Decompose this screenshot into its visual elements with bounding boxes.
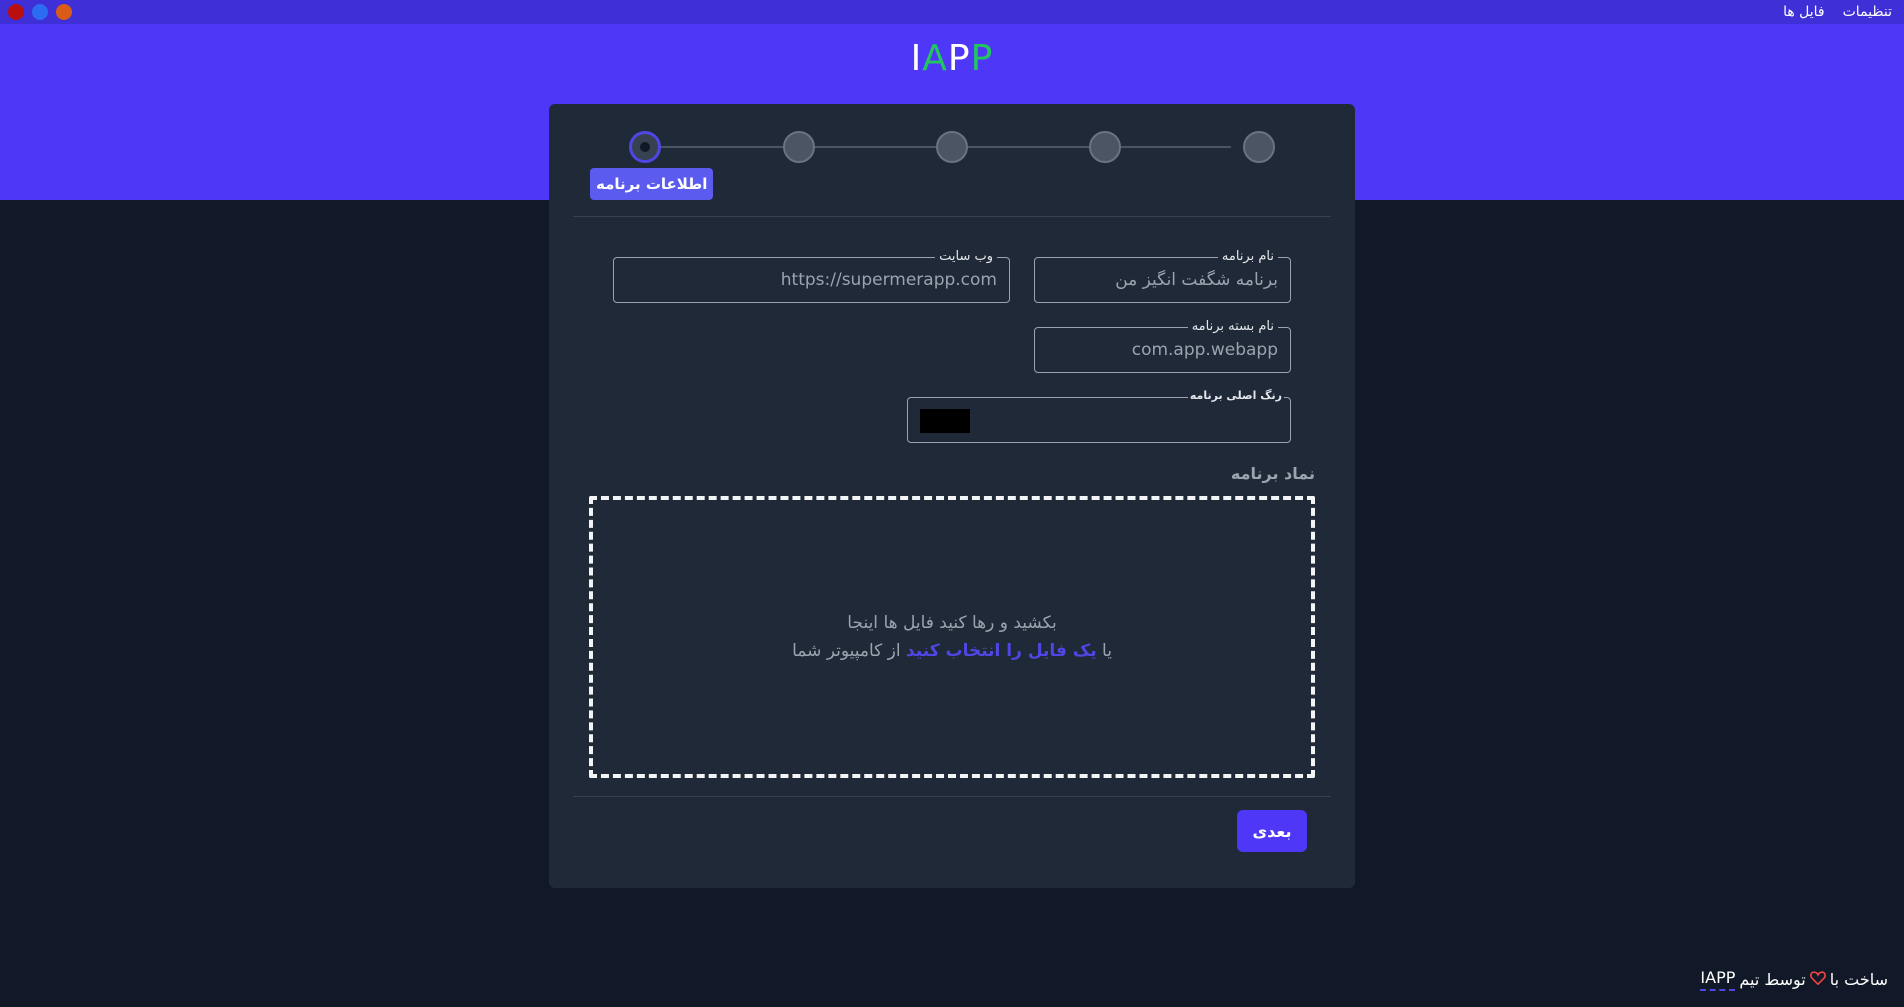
menu-bar: فایل ها تنظیمات (1783, 0, 1892, 24)
active-step-label: اطلاعات برنامه (590, 168, 714, 200)
app-name-field: نام برنامه (1034, 249, 1291, 303)
primary-color-label: رنگ اصلی برنامه (1187, 389, 1284, 403)
footer-prefix: ساخت با (1829, 970, 1888, 989)
app-icon-title: نماد برنامه (1230, 464, 1315, 483)
stepper (629, 128, 1275, 164)
top-divider (573, 216, 1331, 217)
menu-item-files[interactable]: فایل ها (1783, 4, 1825, 20)
icon-dropzone[interactable]: بکشید و رها کنید فایل ها اینجا یا یک فای… (589, 496, 1315, 778)
dropzone-suffix: از کامپیوتر شما (792, 641, 901, 661)
step-4-indicator[interactable] (1089, 131, 1121, 163)
step-5-indicator[interactable] (1243, 131, 1275, 163)
dropzone-line-1: بکشید و رها کنید فایل ها اینجا (847, 613, 1057, 633)
dropzone-line-2: یا یک فایل را انتخاب کنید از کامپیوتر شم… (792, 637, 1112, 665)
window-controls (8, 4, 72, 20)
next-button[interactable]: بعدی (1237, 810, 1307, 852)
heart-icon (1809, 970, 1826, 989)
website-field: وب سایت (613, 249, 1010, 303)
bottom-divider (573, 796, 1331, 797)
team-link[interactable]: IAPP (1700, 968, 1736, 991)
step-3-indicator[interactable] (936, 131, 968, 163)
choose-file-link[interactable]: یک فایل را انتخاب کنید (906, 641, 1097, 661)
menu-item-settings[interactable]: تنظیمات (1843, 4, 1892, 20)
primary-color-field: رنگ اصلی برنامه (907, 389, 1291, 443)
maximize-window-button[interactable] (56, 4, 72, 20)
app-logo: IAPP (910, 38, 994, 79)
step-1-indicator[interactable] (629, 131, 661, 163)
close-window-button[interactable] (8, 4, 24, 20)
footer-credit: ساخت با توسط تیم IAPP (1700, 968, 1888, 991)
website-label: وب سایت (935, 249, 997, 265)
color-swatch[interactable] (920, 409, 970, 433)
package-name-label: نام بسته برنامه (1187, 319, 1278, 335)
wizard-card: اطلاعات برنامه نام برنامه وب سایت نام بس… (549, 104, 1355, 888)
footer-middle: توسط تیم (1739, 970, 1806, 989)
minimize-window-button[interactable] (32, 4, 48, 20)
dropzone-prefix: یا (1102, 641, 1112, 661)
step-2-indicator[interactable] (783, 131, 815, 163)
title-bar: فایل ها تنظیمات (0, 0, 1904, 24)
package-name-field: نام بسته برنامه (1034, 319, 1291, 373)
app-name-label: نام برنامه (1217, 249, 1278, 265)
